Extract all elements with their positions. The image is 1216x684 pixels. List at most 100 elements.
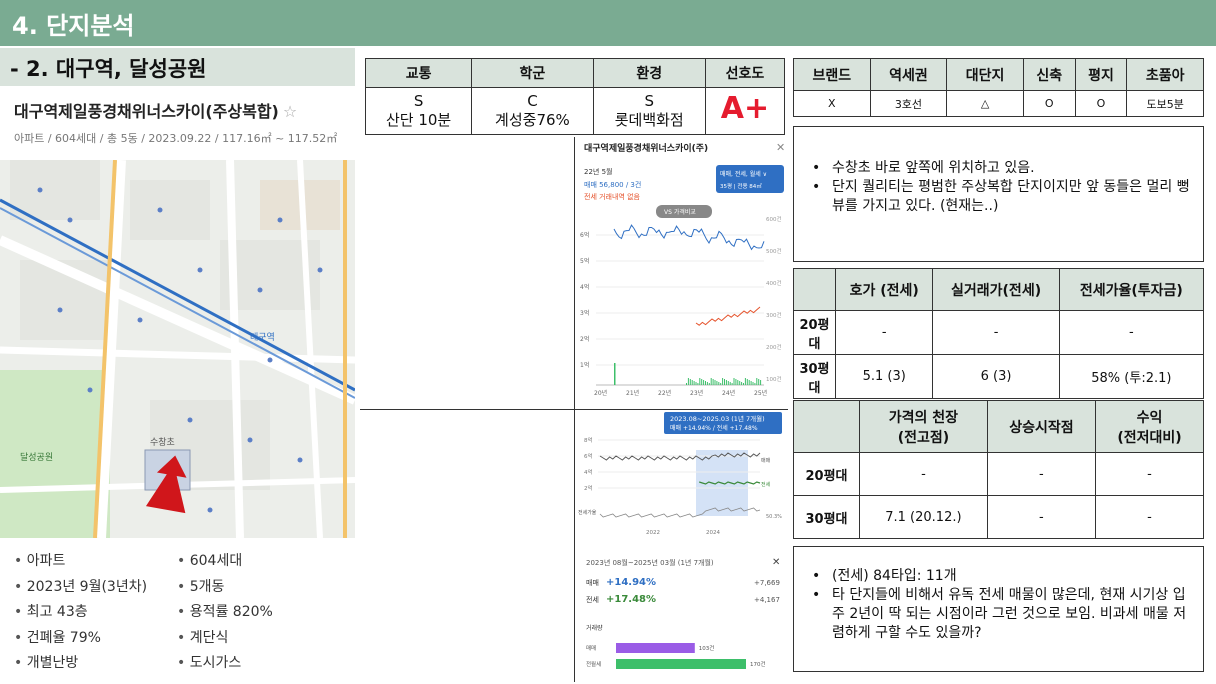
volume-bar — [616, 643, 695, 653]
grade-letter: C — [527, 92, 538, 110]
volume-bar — [737, 380, 739, 385]
map-label-park: 달성공원 — [20, 451, 53, 463]
y-tick-label: 5억 — [580, 257, 589, 265]
volume-bar — [722, 378, 724, 385]
volume-title: 거래량 — [586, 624, 603, 632]
facts-right: 604세대 5개동 용적률 820% 계단식 도시가스 — [177, 550, 273, 678]
price-history-chart: 대구역제일풍경채위너스카이(주) ✕ 22년 5월 매매 56,800 / 3건… — [576, 137, 788, 409]
volume-bar — [708, 383, 710, 385]
y-tick-label: 3억 — [580, 309, 589, 317]
x-tick-label: 20년 — [594, 389, 607, 397]
volume-bar — [727, 381, 729, 385]
volume-bar — [746, 379, 748, 385]
fact-item: 2023년 9월(3년차) — [14, 576, 147, 602]
x-tick-label: 25년 — [754, 389, 767, 397]
sale-side-label: 매매 — [761, 457, 771, 464]
brand-header: 브랜드 — [793, 58, 871, 91]
y2-tick-label: 200건 — [766, 344, 782, 351]
compare-button-label: VS 가격비교 — [664, 208, 696, 216]
chart-title: 대구역제일풍경채위너스카이(주) — [584, 142, 708, 154]
row-label: 30평대 — [793, 495, 860, 539]
volume-bar — [729, 382, 731, 385]
close-icon[interactable]: ✕ — [776, 141, 785, 154]
volume-bar — [720, 383, 722, 385]
price-header: 실거래가(전세) — [932, 268, 1060, 311]
volume-bar — [710, 378, 712, 385]
grade-cell: S 롯데백화점 — [592, 87, 706, 135]
y-tick-label: 8억 — [584, 436, 593, 444]
jeonse-amount: +4,167 — [754, 596, 780, 604]
note-item: 단지 퀄리티는 평범한 주상복합 단지이지만 앞 동들은 멀리 뻥뷰를 가지고 … — [806, 178, 1191, 216]
fact-item: 604세대 — [177, 550, 273, 576]
grade-header: 환경 — [592, 58, 706, 88]
grade-table: 교통 학군 환경 선호도 S 산단 10분 C 계성중76% S 롯데백화점 A+ — [364, 58, 786, 135]
x-tick-label: 22년 — [658, 389, 671, 397]
volume-bar — [699, 378, 701, 385]
page-title: 4. 단지분석 — [0, 0, 1216, 46]
volume-bar — [756, 378, 758, 385]
y-tick-label: 2억 — [584, 484, 593, 492]
y2-tick-label: 600건 — [766, 216, 782, 223]
row-label: 20평대 — [793, 452, 860, 496]
y2-tick-label: 100건 — [766, 376, 782, 383]
map-panel[interactable]: 달성공원 대구역 수창초 — [0, 160, 355, 538]
x-tick-label: 2024 — [706, 530, 720, 536]
favorite-star-icon[interactable]: ☆ — [283, 102, 297, 121]
volume-bar — [735, 379, 737, 385]
brand-value: 3호선 — [869, 90, 948, 117]
price-cell: - — [932, 310, 1060, 355]
summary-period: 2023년 08월~2025년 03월 (1년 7개월) — [586, 558, 714, 567]
volume-label: 매매 — [586, 644, 596, 652]
brand-header: 평지 — [1074, 58, 1128, 91]
price-cell: 5.1 (3) — [834, 354, 934, 399]
volume-bar — [693, 381, 695, 385]
volume-bar — [706, 382, 708, 385]
close-icon[interactable]: ✕ — [772, 557, 780, 568]
volume-bar — [614, 363, 616, 385]
volume-bar — [739, 381, 741, 385]
y2-tick-label: 300건 — [766, 312, 782, 319]
map-label-station: 대구역 — [250, 332, 275, 343]
price-cell: - — [1094, 495, 1205, 539]
y-tick-label: 6억 — [580, 231, 589, 239]
price-header: 수익 (전저대비) — [1094, 400, 1205, 453]
volume-value: 103건 — [699, 645, 715, 652]
filter-badge-size: 35평 | 전용 84㎡ — [720, 182, 762, 190]
price-header: 가격의 천장 (전고점) — [859, 400, 988, 453]
price-cell: - — [986, 495, 1096, 539]
row-label: 30평대 — [793, 354, 836, 399]
volume-bar — [744, 378, 746, 385]
volume-bar — [731, 383, 733, 385]
apartment-name: 대구역제일풍경채위너스카이(주상복합) ☆ — [14, 98, 297, 122]
price-cell: 6 (3) — [932, 354, 1060, 399]
price-header: 전세가율(투자금) — [1058, 268, 1205, 311]
volume-bar — [714, 380, 716, 385]
jeonse-price-table: 호가 (전세) 실거래가(전세) 전세가율(투자금) 20평대 - - - 30… — [793, 268, 1205, 399]
apartment-meta: 아파트 / 604세대 / 총 5동 / 2023.09.22 / 117.16… — [14, 132, 338, 145]
map-label-school: 수창초 — [150, 437, 175, 448]
grade-header: 교통 — [364, 58, 473, 88]
sale-amount: +7,669 — [754, 579, 780, 587]
facts-left: 아파트 2023년 9월(3년차) 최고 43층 건폐율 79% 개별난방 — [14, 550, 147, 678]
filter-badge-label: 매매, 전세, 월세 ∨ — [720, 170, 767, 178]
section-subtitle: - 2. 대구역, 달성공원 — [0, 48, 355, 86]
y-tick-label: 2억 — [580, 335, 589, 343]
chart-sale: 매매 56,800 / 3건 — [584, 180, 641, 189]
map-svg: 달성공원 대구역 수창초 — [0, 160, 355, 538]
volume-bar — [752, 382, 754, 385]
price-header — [793, 268, 836, 311]
volume-bar — [712, 379, 714, 385]
fact-item: 건폐율 79% — [14, 627, 147, 653]
price-cell: - — [859, 452, 988, 496]
volume-bar — [725, 380, 727, 385]
brand-header: 대단지 — [946, 58, 1024, 91]
brand-header: 신축 — [1022, 58, 1076, 91]
volume-bar — [750, 381, 752, 385]
change-label: 매매 +14.94% / 전세 +17.48% — [670, 424, 758, 432]
volume-bar — [754, 383, 756, 385]
note-item: 수창초 바로 앞쪽에 위치하고 있음. — [806, 159, 1191, 178]
fact-item: 도시가스 — [177, 652, 273, 678]
price-header: 상승시작점 — [986, 400, 1096, 453]
volume-bar — [687, 378, 689, 385]
volume-bar — [733, 378, 735, 385]
